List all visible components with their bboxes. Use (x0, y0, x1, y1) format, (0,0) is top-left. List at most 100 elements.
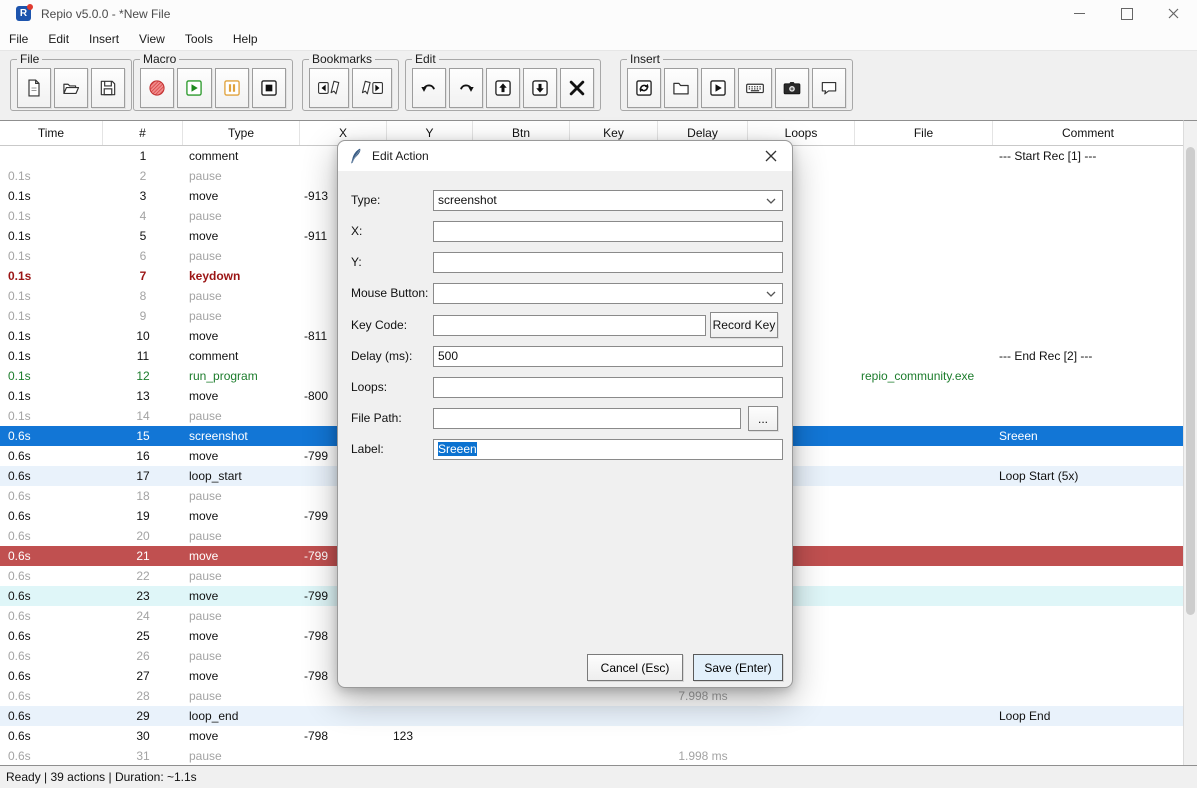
column-header-file[interactable]: File (855, 121, 993, 145)
redo-button[interactable] (449, 68, 483, 108)
type-combobox[interactable]: screenshot (433, 190, 783, 211)
table-row[interactable]: 0.6s28pause7.998 ms (0, 686, 1183, 706)
cell-num: 16 (103, 446, 183, 466)
cell-time: 0.6s (0, 746, 103, 766)
cancel-button[interactable]: Cancel (Esc) (587, 654, 683, 681)
menu-view[interactable]: View (129, 29, 175, 49)
record-key-button[interactable]: Record Key (710, 312, 778, 338)
cell-time: 0.6s (0, 686, 103, 706)
label-label: Label: (351, 442, 384, 456)
app-window: R Repio v5.0.0 - *New File File Edit Ins… (0, 0, 1197, 788)
loops-input[interactable] (433, 377, 783, 398)
cell-file (855, 646, 993, 666)
cell-num: 10 (103, 326, 183, 346)
dialog-close-button[interactable] (754, 141, 788, 171)
cell-time: 0.1s (0, 246, 103, 266)
cell-time: 0.1s (0, 206, 103, 226)
cell-type: move (183, 506, 300, 526)
open-file-button[interactable] (54, 68, 88, 108)
insert-screenshot-icon (781, 78, 803, 98)
key-code-label: Key Code: (351, 318, 407, 332)
cell-time: 0.6s (0, 546, 103, 566)
table-row[interactable]: 0.6s31pause1.998 ms (0, 746, 1183, 766)
cell-type: pause (183, 486, 300, 506)
group-label-insert: Insert (627, 52, 663, 66)
column-header-type[interactable]: Type (183, 121, 300, 145)
browse-button[interactable]: ... (748, 406, 778, 431)
save-file-button[interactable] (91, 68, 125, 108)
vertical-scrollbar[interactable] (1183, 120, 1197, 765)
cell-file (855, 306, 993, 326)
move-up-button[interactable] (486, 68, 520, 108)
x-input[interactable] (433, 221, 783, 242)
prev-bookmark-button[interactable] (309, 68, 349, 108)
cell-type: move (183, 666, 300, 686)
move-down-button[interactable] (523, 68, 557, 108)
menu-insert[interactable]: Insert (79, 29, 129, 49)
insert-file-button[interactable] (664, 68, 698, 108)
cell-file (855, 426, 993, 446)
cell-file (855, 526, 993, 546)
cell-comment: Loop End (993, 706, 1183, 726)
insert-comment-button[interactable] (812, 68, 846, 108)
loops-label: Loops: (351, 380, 387, 394)
cell-time: 0.6s (0, 726, 103, 746)
table-row[interactable]: 0.6s29loop_endLoop End (0, 706, 1183, 726)
label-input[interactable]: Sreeen (433, 439, 783, 460)
play-button[interactable] (177, 68, 211, 108)
save-button[interactable]: Save (Enter) (693, 654, 783, 681)
stop-button[interactable] (252, 68, 286, 108)
cell-type: pause (183, 686, 300, 706)
insert-file-icon (671, 78, 691, 98)
cell-time: 0.1s (0, 366, 103, 386)
column-header-time[interactable]: Time (0, 121, 103, 145)
cell-time: 0.6s (0, 526, 103, 546)
insert-keyboard-button[interactable] (738, 68, 772, 108)
cell-file (855, 746, 993, 766)
menu-tools[interactable]: Tools (175, 29, 223, 49)
cell-file (855, 686, 993, 706)
delete-button[interactable] (560, 68, 594, 108)
maximize-button[interactable] (1103, 0, 1150, 27)
insert-run-button[interactable] (701, 68, 735, 108)
file-path-input[interactable] (433, 408, 741, 429)
new-file-button[interactable] (17, 68, 51, 108)
cell-comment (993, 386, 1183, 406)
cell-file (855, 566, 993, 586)
record-button[interactable] (140, 68, 174, 108)
y-label: Y: (351, 255, 362, 269)
table-row[interactable]: 0.6s30move-798123 (0, 726, 1183, 746)
type-value: screenshot (438, 193, 497, 207)
y-input[interactable] (433, 252, 783, 273)
cell-comment: Sreeen (993, 426, 1183, 446)
column-header-comment[interactable]: Comment (993, 121, 1183, 145)
window-controls (1056, 0, 1197, 27)
undo-button[interactable] (412, 68, 446, 108)
pause-button[interactable] (215, 68, 249, 108)
key-code-input[interactable] (433, 315, 706, 336)
delay-input[interactable]: 500 (433, 346, 783, 367)
column-header-number[interactable]: # (103, 121, 183, 145)
menu-file[interactable]: File (0, 29, 38, 49)
cell-comment (993, 226, 1183, 246)
menu-edit[interactable]: Edit (38, 29, 79, 49)
title-bar: R Repio v5.0.0 - *New File (0, 0, 1197, 27)
minimize-button[interactable] (1056, 0, 1103, 27)
insert-screenshot-button[interactable] (775, 68, 809, 108)
cell-file (855, 726, 993, 746)
scrollbar-thumb[interactable] (1186, 147, 1195, 615)
cell-num: 20 (103, 526, 183, 546)
cell-num: 19 (103, 506, 183, 526)
cell-time: 0.6s (0, 646, 103, 666)
cell-comment (993, 186, 1183, 206)
insert-loop-button[interactable] (627, 68, 661, 108)
close-button[interactable] (1150, 0, 1197, 27)
next-bookmark-button[interactable] (352, 68, 392, 108)
delay-label: Delay (ms): (351, 349, 412, 363)
menu-help[interactable]: Help (223, 29, 268, 49)
prev-bookmark-icon (315, 78, 343, 98)
mouse-button-combobox[interactable] (433, 283, 783, 304)
cell-x (300, 706, 387, 726)
cell-comment (993, 606, 1183, 626)
cell-delay: 7.998 ms (658, 686, 748, 706)
